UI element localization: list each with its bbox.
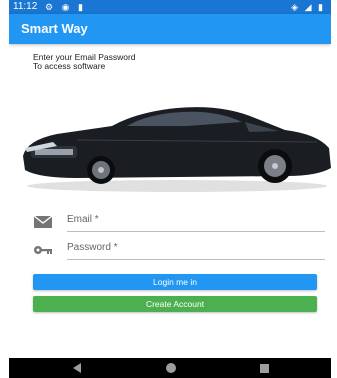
mail-icon	[33, 215, 53, 228]
password-field[interactable]: Password *	[33, 240, 325, 260]
status-right-icons: ◈ ◢ ▮	[291, 0, 325, 14]
password-field-underline	[67, 259, 325, 260]
system-nav-bar	[9, 358, 331, 378]
app-bar: Smart Way	[9, 14, 331, 44]
settings-icon: ⚙	[45, 2, 57, 12]
phone-screen: 11:12 ⚙ ◉ ▮ ◈ ◢ ▮ Smart Way Enter your E…	[9, 0, 331, 378]
battery-icon: ▮	[318, 2, 325, 12]
recents-icon[interactable]	[260, 364, 269, 373]
login-button[interactable]: Login me in	[33, 274, 317, 290]
status-left-icons: ⚙ ◉ ▮	[45, 0, 86, 14]
create-account-button[interactable]: Create Account	[33, 296, 317, 312]
intro-text: Enter your Email Password To access soft…	[33, 53, 136, 71]
status-time: 11:12	[13, 1, 38, 12]
car-image	[23, 107, 331, 192]
email-field-label: Email *	[67, 214, 99, 225]
signal-icon: ◢	[304, 2, 314, 12]
sd-card-icon: ▮	[77, 2, 86, 12]
status-bar: 11:12 ⚙ ◉ ▮ ◈ ◢ ▮	[9, 0, 331, 14]
app-title: Smart Way	[21, 21, 88, 36]
key-icon	[34, 246, 52, 254]
password-field-label: Password *	[67, 242, 118, 253]
wifi-icon: ◈	[291, 2, 301, 12]
home-icon[interactable]	[166, 363, 176, 373]
at-icon: ◉	[61, 2, 73, 12]
email-field[interactable]: Email *	[33, 212, 325, 232]
email-field-underline	[67, 231, 325, 232]
back-icon[interactable]	[73, 363, 81, 373]
intro-line-2: To access software	[33, 61, 106, 71]
